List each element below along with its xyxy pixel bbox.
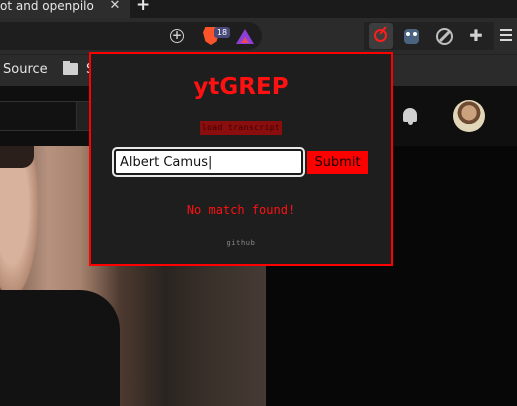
- tab-title: ot and openpilo: [0, 0, 94, 13]
- video-person-face: [0, 146, 38, 296]
- youtube-search-input[interactable]: [0, 101, 78, 131]
- github-link[interactable]: github: [89, 238, 393, 248]
- load-transcript-button[interactable]: load transcript: [200, 121, 282, 135]
- result-message: No match found!: [186, 203, 296, 217]
- zoom-icon[interactable]: +: [170, 29, 184, 43]
- search-input[interactable]: [112, 147, 305, 177]
- robot-eye-icon: [406, 32, 410, 36]
- avatar[interactable]: [453, 100, 485, 132]
- popup-title: ytGREP: [193, 74, 289, 100]
- robot-eye-icon: [413, 32, 417, 36]
- bookmark-source[interactable]: Source: [3, 62, 48, 78]
- submit-button[interactable]: Submit: [307, 151, 368, 174]
- new-tab-button[interactable]: +: [136, 0, 150, 14]
- browser-menu-icon[interactable]: [500, 29, 512, 43]
- tab-close-icon[interactable]: ✕: [108, 0, 122, 13]
- notifications-bell-icon[interactable]: [403, 108, 417, 122]
- folder-icon[interactable]: [63, 63, 78, 75]
- video-person-shirt: [0, 290, 120, 406]
- brave-shields-count: 18: [214, 27, 230, 38]
- extensions-puzzle-icon[interactable]: ✚: [467, 27, 485, 45]
- brave-rewards-icon-inner: [241, 37, 249, 43]
- video-person-hair: [0, 146, 34, 168]
